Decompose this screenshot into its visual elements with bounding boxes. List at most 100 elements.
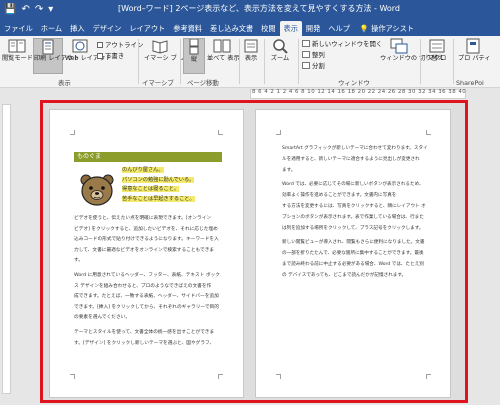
profile-line: 得意なことは寝ること。 [122, 186, 180, 193]
bear-illustration [80, 174, 114, 206]
profile-line: のんびり屋さん。 [122, 167, 164, 173]
outline-icon [97, 41, 103, 48]
immersive-group: イマーシ ブ リーダー イマーシブ [140, 36, 204, 88]
vertical-ruler[interactable] [2, 104, 11, 394]
tell-me-label: 操作アシスト [371, 24, 414, 33]
text-line: ビデオを使うと、伝えたい点を明確に表現できます。[オンライン [74, 216, 212, 221]
side-by-side-label: 並べて 表示 [207, 55, 240, 62]
split-button[interactable]: 分割 [302, 61, 325, 70]
section-heading: ものぐま [74, 152, 222, 162]
tab-developer[interactable]: 開発 [302, 21, 324, 36]
page-2: SmartArt グラフィックが新しいテーマに合わせて変わります。スタイ ルを適… [255, 109, 451, 398]
crop-mark [218, 374, 223, 379]
tab-file[interactable]: ファイル [0, 21, 37, 36]
split-icon [302, 62, 310, 69]
print-layout-icon [42, 39, 54, 55]
switch-windows-label: ウィンドウの 切り替え [380, 55, 444, 62]
read-mode-button[interactable]: 閲覧モード [2, 38, 33, 74]
page-1: ものぐま のんびり屋さん。 パソコンの勉強に励んでいる。 得意なことは寝ること。… [49, 109, 244, 398]
draft-button[interactable]: 下書き [97, 51, 124, 60]
read-mode-label: 閲覧モード [2, 55, 33, 62]
crop-mark [70, 374, 75, 379]
ribbon-divider [298, 39, 299, 84]
text-line: ス デザインを組み合わせると、プロのようなできばえの文書を作 [74, 283, 212, 289]
word-window: 💾 ↶ ↷ ▾ [Word–ワード] 2ページ表示など、表示方法を変えて見やすく… [0, 0, 500, 405]
text-line: Word では、必要に応じてその場に新しいボタンが表示されるため、 [282, 182, 424, 188]
page-1-body: ビデオを使うと、伝えたい点を明確に表現できます。[オンライン ビデオ] をクリッ… [74, 214, 220, 349]
text-line: ます。 [282, 167, 296, 173]
vertical-button[interactable]: 縦 [183, 38, 205, 74]
text-line: まで読み終わる前に中止する必要がある場合、Word では、たとえ別 [282, 261, 424, 267]
text-line: 力して、文書に最適なビデオをオンラインで検索することもできま [74, 247, 215, 253]
page-movement-group: 縦 並べて 表示 ページ移動 [181, 36, 240, 88]
print-layout-button[interactable]: 印刷 レイアウト [33, 38, 80, 74]
undo-icon[interactable]: ↶ [21, 3, 29, 17]
immersive-reader-button[interactable]: イマーシ ブ リーダー [144, 38, 204, 74]
web-layout-button[interactable]: Web レイアウト [65, 38, 112, 74]
profile-lines: のんびり屋さん。 パソコンの勉強に励んでいる。 得意なことは寝ること。 苦手なこ… [122, 166, 195, 204]
tab-design[interactable]: デザイン [89, 21, 126, 36]
text-line: の要素を選んでください。 [74, 315, 131, 321]
sharepoint-group-label: SharePoi [456, 79, 484, 87]
two-page-view-area: ものぐま のんびり屋さん。 パソコンの勉強に励んでいる。 得意なことは寝ること。… [40, 100, 468, 403]
new-window-icon [302, 40, 310, 47]
zoom-button[interactable]: ズーム [267, 38, 293, 74]
tab-help[interactable]: ヘルプ [324, 21, 354, 36]
tell-me-search[interactable]: 💡 操作アシスト [356, 21, 418, 36]
tab-view[interactable]: 表示 [279, 21, 302, 36]
crop-mark [276, 130, 281, 135]
web-layout-label: Web レイアウト [65, 55, 112, 62]
vertical-scrollbar[interactable] [492, 100, 500, 403]
print-layout-label: 印刷 レイアウト [34, 55, 80, 62]
zoom-group[interactable]: ズーム [265, 36, 295, 88]
tab-references[interactable]: 参考資料 [169, 21, 206, 36]
tab-layout[interactable]: レイアウト [125, 21, 169, 36]
text-line: SmartArt グラフィックが新しいテーマに合わせて変わります。スタイ [282, 146, 428, 151]
tab-mailings[interactable]: 差し込み文書 [206, 21, 257, 36]
outline-button[interactable]: アウトライン [97, 40, 143, 49]
horizontal-ruler[interactable]: 8 6 4 2 1 2 4 6 8 10 12 14 16 18 20 22 2… [0, 88, 500, 100]
crop-mark [426, 374, 431, 379]
text-line: 効率よく操作を進めることができます。文書内に写真を [282, 193, 397, 199]
crop-mark [276, 374, 281, 379]
views-group-label: 表示 [58, 79, 71, 87]
arrange-all-button[interactable]: 整列 [302, 50, 325, 59]
text-line: Word に用意されているヘッダー、フッター、表紙、テキスト ボック [74, 272, 220, 278]
vertical-pages-icon [189, 39, 199, 55]
side-by-side-icon [213, 39, 231, 53]
profile-line: 苦手なことは早起きすること。 [122, 195, 195, 202]
text-line: プションのボタンが表示されます。表で作業している場合は、行また [282, 214, 424, 220]
immersive-reader-label: イマーシ ブ リーダー [144, 55, 204, 62]
redo-icon[interactable]: ↷ [35, 3, 43, 17]
tab-insert[interactable]: 挿入 [66, 21, 88, 36]
side-by-side-button[interactable]: 並べて 表示 [207, 38, 240, 74]
show-button[interactable]: 表示 [240, 38, 262, 74]
save-icon[interactable]: 💾 [4, 3, 16, 17]
macro-button[interactable]: マクロ [422, 38, 452, 74]
title-bar: 💾 ↶ ↷ ▾ [Word–ワード] 2ページ表示など、表示方法を変えて見やすく… [0, 0, 500, 19]
lightbulb-icon: 💡 [359, 24, 369, 33]
quick-access-toolbar: 💾 ↶ ↷ ▾ [4, 2, 53, 17]
switch-windows-button[interactable]: ウィンドウの 切り替え [380, 38, 444, 74]
text-line: テーマとスタイルを使って、文書全体の統一感を出すことができま [74, 329, 215, 335]
document-title: [Word–ワード] 2ページ表示など、表示方法を変えて見やすくする方法 - W… [118, 4, 401, 13]
text-line: す。[デザイン] をクリックし新しいテーマを選ぶと、図やグラフ、 [74, 340, 215, 346]
text-line: 込みコードの形式で貼り付けできるようになります。キーワードを入 [74, 237, 219, 243]
text-line: の デバイスであっても、どこまで読んだかが記憶されます。 [282, 272, 407, 278]
show-icon [244, 39, 258, 53]
tab-review[interactable]: 校閲 [257, 21, 279, 36]
properties-button[interactable]: プロ パティ [458, 38, 491, 74]
page-2-body: SmartArt グラフィックが新しいテーマに合わせて変わります。スタイ ルを適… [282, 144, 428, 282]
show-group[interactable]: 表示 [240, 36, 262, 88]
window-group-label: ウィンドウ [338, 79, 370, 87]
text-line: 成できます。たとえば、一致する表紙、ヘッダー、サイドバーを追加 [74, 294, 219, 300]
split-label: 分割 [312, 62, 325, 70]
customize-qat-icon[interactable]: ▾ [48, 3, 53, 17]
text-line: する方法を変更するには、写真をクリックすると、隣にレイアウト オ [282, 203, 426, 209]
switch-windows-icon [390, 38, 408, 54]
vertical-label: 縦 [190, 56, 198, 63]
draft-label: 下書き [105, 52, 125, 60]
new-window-button[interactable]: 新しいウィンドウを開く [302, 39, 382, 48]
macro-label: マクロ [427, 55, 447, 62]
tab-home[interactable]: ホーム [37, 21, 66, 36]
